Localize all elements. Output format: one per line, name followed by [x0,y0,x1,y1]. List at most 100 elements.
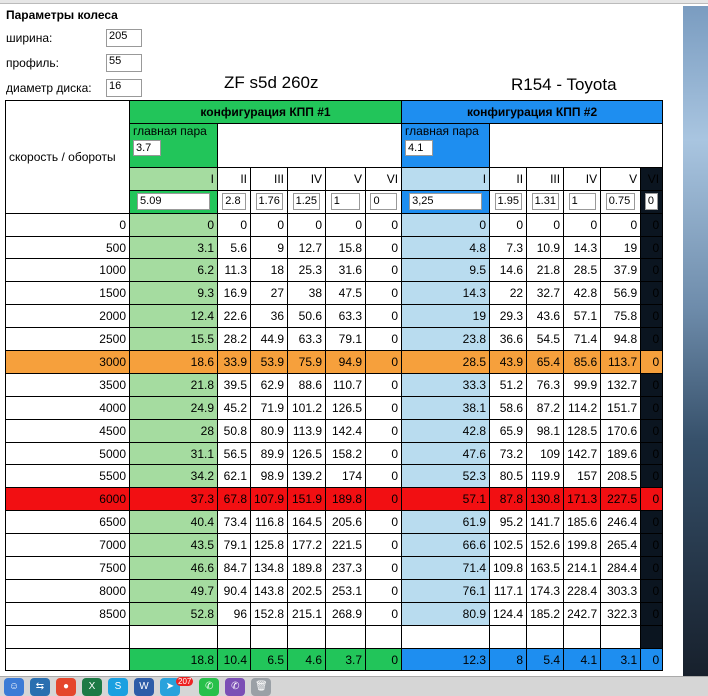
gearbox1-ratio-6-input[interactable]: 0 [370,193,397,211]
gearbox1-speed-cell: 56.5 [217,441,251,466]
gearbox1-gear-3-label: III [249,166,289,191]
gearbox2-speed-cell: 322.3 [600,601,642,626]
totals-blank [5,647,130,672]
speed-table: скорость / обороты конфигурация КПП #1 к… [5,100,664,672]
gearbox2-speed-cell: 0 [640,578,664,603]
gearbox1-ratio-3-input[interactable]: 1.76 [255,193,283,211]
gearbox2-speed-cell: 80.9 [401,601,491,626]
gearbox2-speed-cell: 163.5 [526,556,565,580]
gearbox2-ratio-5-input[interactable]: 0.75 [605,193,636,211]
gearbox1-speed-cell: 25.3 [287,258,327,283]
rpm-cell: 500 [5,235,130,260]
gearbox2-speed-cell: 128.5 [563,418,602,443]
gearbox2-speed-cell: 87.2 [526,395,565,420]
gearbox2-speed-cell: 0 [640,372,664,397]
gearbox2-speed-cell: 0 [526,212,565,237]
gearbox1-ratio-4-input[interactable]: 1.25 [292,193,321,211]
gearbox2-speed-cell: 95.2 [489,510,528,535]
skype-icon[interactable]: S [108,677,128,696]
gearbox1-speed-cell: 62.9 [249,372,289,397]
gearbox1-speed-cell: 0 [365,372,403,397]
gearbox2-ratio-2-input[interactable]: 1.95 [494,193,522,211]
gearbox1-ratio-1-input[interactable]: 5.09 [137,193,210,211]
finder-icon[interactable]: ☺ [4,677,24,696]
gearbox2-speed-cell: 0 [640,487,664,512]
gearbox1-speed-cell: 164.5 [287,510,327,535]
gearbox1-speed-cell: 37.3 [129,487,218,512]
tire-profile-input[interactable]: 55 [106,54,142,72]
gearbox2-speed-cell: 185.6 [563,510,602,535]
gearbox2-total-cell: 4.1 [563,647,602,672]
gearbox2-speed-cell: 171.3 [563,487,602,512]
rim-diameter-input[interactable]: 16 [106,79,142,97]
gearbox2-ratio-3-input[interactable]: 1.31 [531,193,559,211]
gearbox2-speed-cell: 214.1 [563,556,602,580]
gearbox2-speed-cell: 170.6 [600,418,642,443]
gearbox2-speed-cell: 71.4 [563,327,602,352]
gearbox1-speed-cell: 90.4 [217,578,251,603]
gearbox1-speed-cell: 253.1 [325,578,367,603]
rpm-cell: 7000 [5,533,130,558]
viber-icon[interactable]: ✆ [225,677,246,696]
gearbox2-speed-cell: 0 [640,418,664,443]
gearbox1-speed-cell: 205.6 [325,510,367,535]
gearbox2-gear-2-label: II [489,166,528,191]
table-row: 3000 18.6 33.9 53.9 75.9 94.9 0 28.5 43.9 65.4 85.… [5,350,664,374]
gearbox2-speed-cell: 152.6 [526,533,565,558]
gearbox1-speed-cell: 215.1 [287,601,327,626]
wheel-params-title: Параметры колеса [6,8,118,22]
gearbox1-main-pair-cell: главная пара 3.7 [129,122,218,168]
gearbox1-speed-cell: 33.9 [217,350,251,374]
gearbox1-speed-cell: 45.2 [217,395,251,420]
tire-width-input[interactable]: 205 [106,29,142,47]
gearbox2-speed-cell: 208.5 [600,464,642,489]
tire-width-row: ширина: 205 [6,29,142,47]
gearbox1-speed-cell: 18.6 [129,350,218,374]
excel-icon[interactable]: X [82,677,102,696]
gearbox1-speed-cell: 62.1 [217,464,251,489]
gearbox1-speed-cell: 11.3 [217,258,251,283]
totals-row: 18.8 10.4 6.5 4.6 3.7 0 12.3 8 5.4 4.1 3.1 0 [5,647,664,672]
rpm-cell: 3000 [5,350,130,374]
table-row: 2000 12.4 22.6 36 50.6 63.3 0 19 29.3 43.6 57.1 75.… [5,304,664,329]
gearbox1-speed-cell: 34.2 [129,464,218,489]
gearbox2-config-header: конфигурация КПП #2 [401,100,664,124]
gearbox1-speed-cell: 98.9 [249,464,289,489]
trash-icon[interactable]: 🗑 [251,677,272,696]
gearbox1-main-pair-input[interactable]: 3.7 [133,139,161,156]
gearbox1-speed-cell: 0 [365,441,403,466]
word-icon[interactable]: W [134,677,154,696]
remote-icon[interactable]: ⇆ [30,677,50,696]
gearbox2-speed-cell: 141.7 [526,510,565,535]
gearbox2-speed-cell: 0 [640,441,664,466]
gearbox2-ratio-1-input[interactable]: 3,25 [409,193,482,211]
gearbox1-total-cell: 3.7 [325,647,367,672]
gearbox1-speed-cell: 28.2 [217,327,251,352]
gearbox2-speed-cell: 73.2 [489,441,528,466]
gearbox1-ratio-2-input[interactable]: 2.8 [222,193,246,211]
gearbox2-ratio-6-input[interactable]: 0 [644,193,659,211]
gearbox2-speed-cell: 57.1 [563,304,602,329]
rim-diameter-label: диаметр диска: [6,81,92,95]
chrome-icon[interactable]: ● [56,677,76,696]
gearbox2-total-cell: 5.4 [526,647,565,672]
gearbox1-speed-cell: 143.8 [249,578,289,603]
gearbox1-speed-cell: 88.6 [287,372,327,397]
gearbox1-ratio-5-input[interactable]: 1 [330,193,361,211]
gearbox2-speed-cell: 303.3 [600,578,642,603]
gearbox2-gear-1-label: I [401,166,491,191]
gearbox2-ratio-4-input[interactable]: 1 [568,193,596,211]
gearbox2-speed-cell: 28.5 [401,350,491,374]
whatsapp-icon[interactable]: ✆ [199,677,220,696]
gearbox2-speed-cell: 99.9 [563,372,602,397]
gearbox1-speed-cell: 189.8 [287,556,327,580]
gearbox1-total-cell: 18.8 [129,647,218,672]
gearbox1-speed-cell: 31.1 [129,441,218,466]
gearbox2-speed-cell: 54.5 [526,327,565,352]
gearbox2-gear-3-label: III [526,166,565,191]
rpm-cell: 2500 [5,327,130,352]
gearbox2-speed-cell: 76.1 [401,578,491,603]
gearbox2-speed-cell: 242.7 [563,601,602,626]
gearbox2-speed-cell: 284.4 [600,556,642,580]
gearbox2-main-pair-input[interactable]: 4.1 [405,139,434,156]
